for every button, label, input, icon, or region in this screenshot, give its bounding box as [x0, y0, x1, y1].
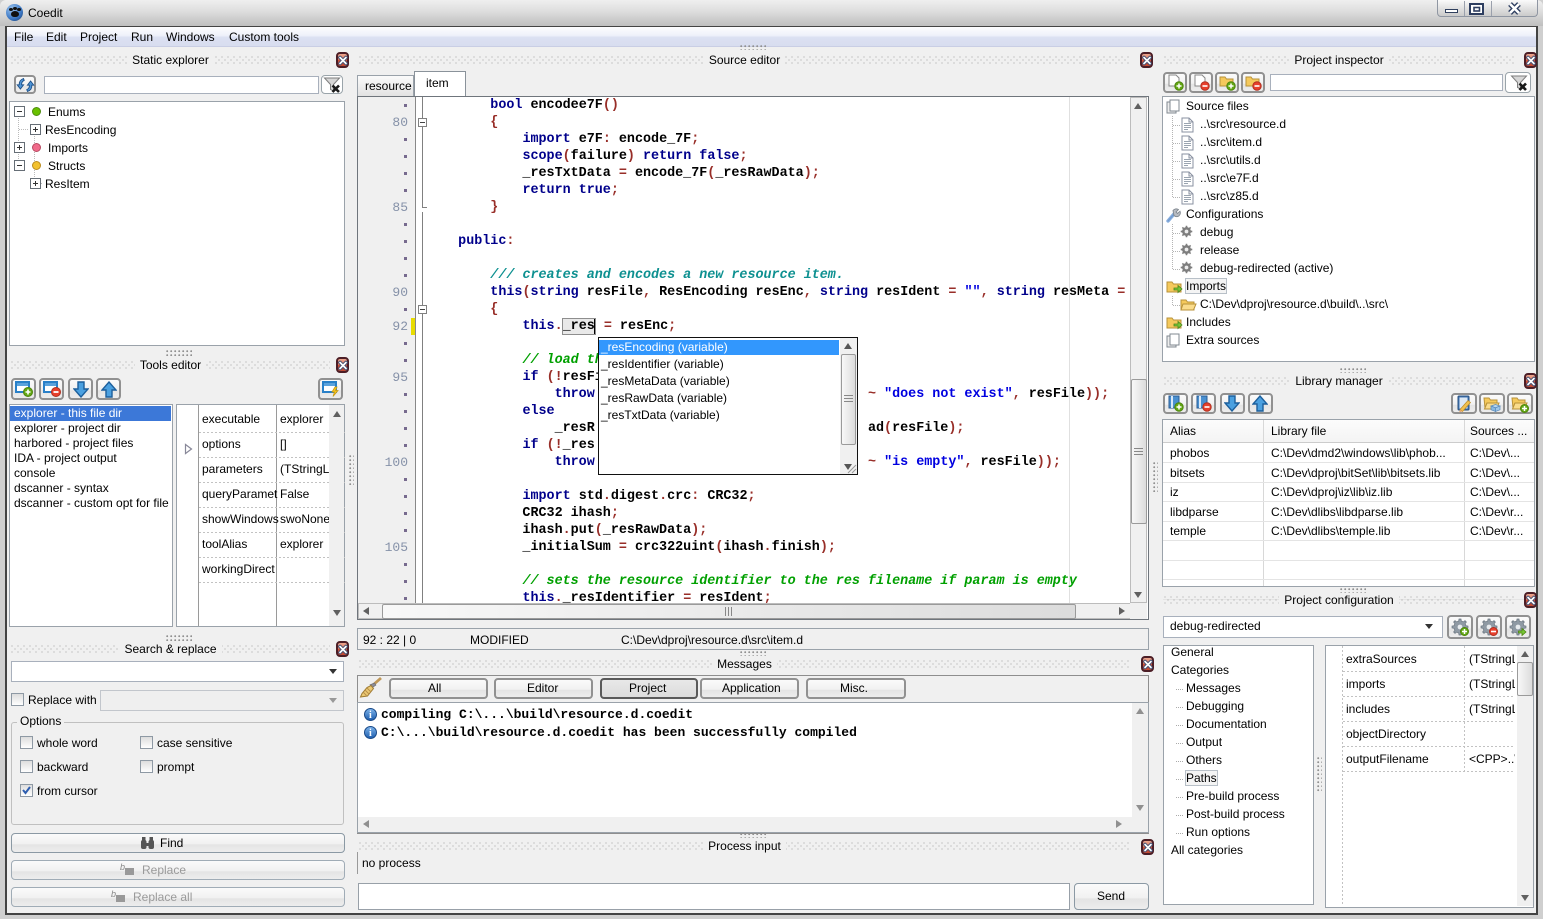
svg-text:b: b: [120, 862, 125, 872]
svg-text:b: b: [111, 889, 116, 899]
